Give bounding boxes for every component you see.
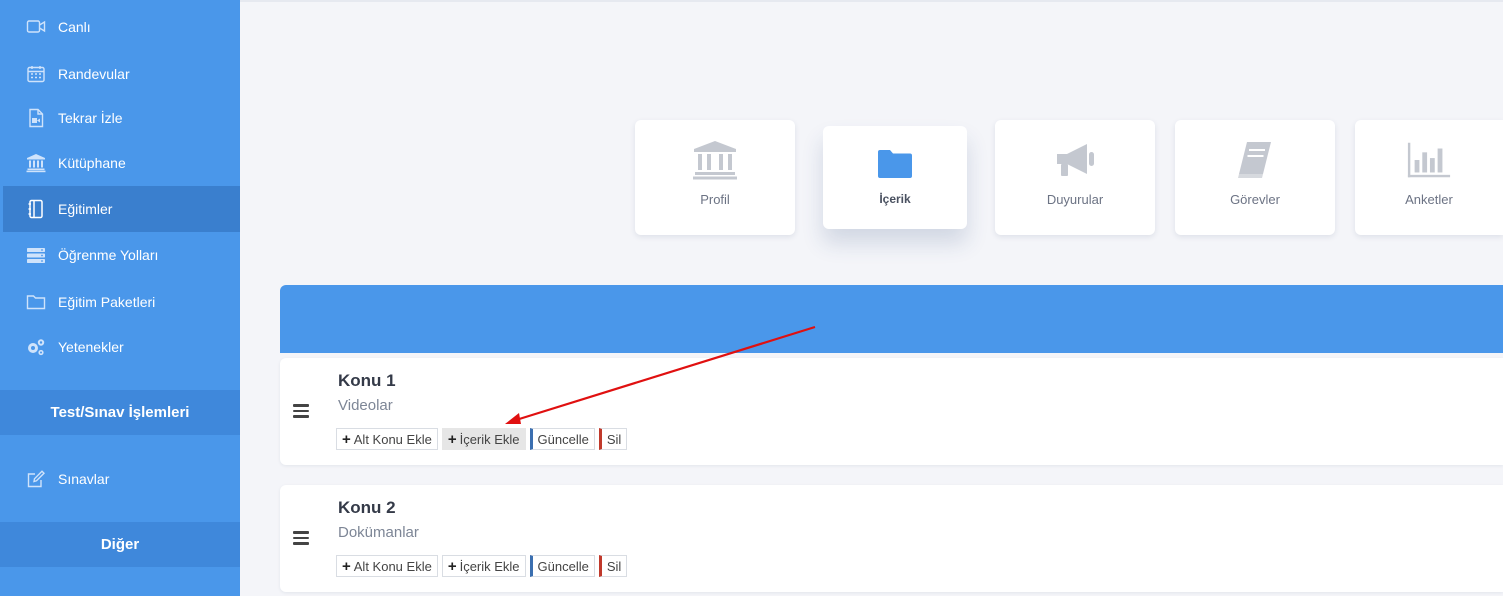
calendar-icon (26, 64, 46, 84)
section-header-other: Diğer (0, 522, 240, 567)
plus-icon: + (447, 557, 457, 575)
delete-button[interactable]: Sil (598, 555, 628, 577)
card-label: Görevler (1230, 192, 1280, 207)
topic-row: Konu 1 Videolar + Alt Konu Ekle + İçerik E… (280, 358, 1503, 465)
sidebar-item-label: Tekrar İzle (58, 110, 123, 126)
gears-icon (26, 337, 46, 357)
server-icon (26, 245, 46, 265)
video-camera-icon (26, 17, 46, 37)
sidebar-item-yetenekler[interactable]: Yetenekler (0, 324, 240, 370)
card-duyurular[interactable]: Duyurular (995, 120, 1155, 235)
sidebar-item-label: Yetenekler (58, 339, 124, 355)
plus-icon: + (342, 557, 351, 575)
drag-handle-icon[interactable] (293, 404, 309, 418)
update-button[interactable]: Güncelle (529, 555, 595, 577)
sidebar-item-egitimler[interactable]: Eğitimler (3, 186, 240, 232)
megaphone-icon (1052, 140, 1098, 180)
sidebar-item-egitim-paketleri[interactable]: Eğitim Paketleri (0, 279, 240, 325)
sidebar-item-kutuphane[interactable]: Kütüphane (0, 140, 240, 186)
card-label: İçerik (879, 192, 911, 206)
sidebar-item-canli[interactable]: Canlı (0, 4, 240, 50)
button-label: İçerik Ekle (459, 431, 520, 447)
sidebar-item-tekrar-izle[interactable]: Tekrar İzle (0, 95, 240, 141)
drag-handle-icon[interactable] (293, 531, 309, 545)
edit-icon (26, 469, 46, 489)
card-profil[interactable]: Profil (635, 120, 795, 235)
update-button[interactable]: Güncelle (529, 428, 595, 450)
button-label: Alt Konu Ekle (353, 431, 432, 447)
delete-button[interactable]: Sil (598, 428, 628, 450)
button-label: İçerik Ekle (459, 558, 520, 574)
card-label: Profil (700, 192, 730, 207)
sidebar-item-label: Eğitimler (58, 201, 113, 217)
topic-actions: + Alt Konu Ekle + İçerik Ekle Güncelle Sil (336, 555, 628, 577)
top-bar (240, 0, 1503, 2)
sidebar-item-sinavlar[interactable]: Sınavlar (0, 456, 240, 502)
topic-subtitle: Videolar (338, 397, 393, 414)
add-content-button[interactable]: + İçerik Ekle (441, 428, 526, 450)
topic-subtitle: Dokümanlar (338, 524, 419, 541)
topic-row: Konu 2 Dokümanlar + Alt Konu Ekle + İçerik… (280, 485, 1503, 592)
library-icon (26, 153, 46, 173)
file-video-icon (26, 108, 46, 128)
plus-icon: + (447, 430, 457, 448)
topic-title: Konu 2 (338, 498, 396, 517)
sidebar-item-label: Sınavlar (58, 471, 110, 487)
sidebar: Canlı Randevular Tekrar İzle Kütüphane E… (0, 0, 240, 596)
folder-icon (872, 144, 918, 184)
bar-chart-icon (1406, 140, 1452, 180)
topic-actions: + Alt Konu Ekle + İçerik Ekle Güncelle Sil (336, 428, 628, 450)
sidebar-item-label: Canlı (58, 19, 91, 35)
notebook-icon (26, 199, 46, 219)
sidebar-item-label: Öğrenme Yolları (58, 247, 159, 263)
button-label: Alt Konu Ekle (353, 558, 432, 574)
section-header-test: Test/Sınav İşlemleri (0, 390, 240, 435)
sidebar-item-label: Randevular (58, 66, 130, 82)
card-anketler[interactable]: Anketler (1355, 120, 1503, 235)
folder-icon (26, 292, 46, 312)
sidebar-item-label: Eğitim Paketleri (58, 294, 156, 310)
card-icerik[interactable]: İçerik (823, 126, 967, 229)
sidebar-item-label: Kütüphane (58, 155, 126, 171)
book-icon (1232, 140, 1278, 180)
add-subtopic-button[interactable]: + Alt Konu Ekle (336, 428, 438, 450)
plus-icon: + (342, 430, 351, 448)
topic-title: Konu 1 (338, 371, 396, 390)
add-content-button[interactable]: + İçerik Ekle (441, 555, 526, 577)
sidebar-item-ogrenme-yollari[interactable]: Öğrenme Yolları (0, 232, 240, 278)
card-label: Anketler (1405, 192, 1453, 207)
card-label: Duyurular (1046, 192, 1104, 207)
sidebar-item-randevular[interactable]: Randevular (0, 51, 240, 97)
card-gorevler[interactable]: Görevler (1175, 120, 1335, 235)
content-header-bar (280, 285, 1503, 353)
add-subtopic-button[interactable]: + Alt Konu Ekle (336, 555, 438, 577)
library-icon (692, 140, 738, 180)
